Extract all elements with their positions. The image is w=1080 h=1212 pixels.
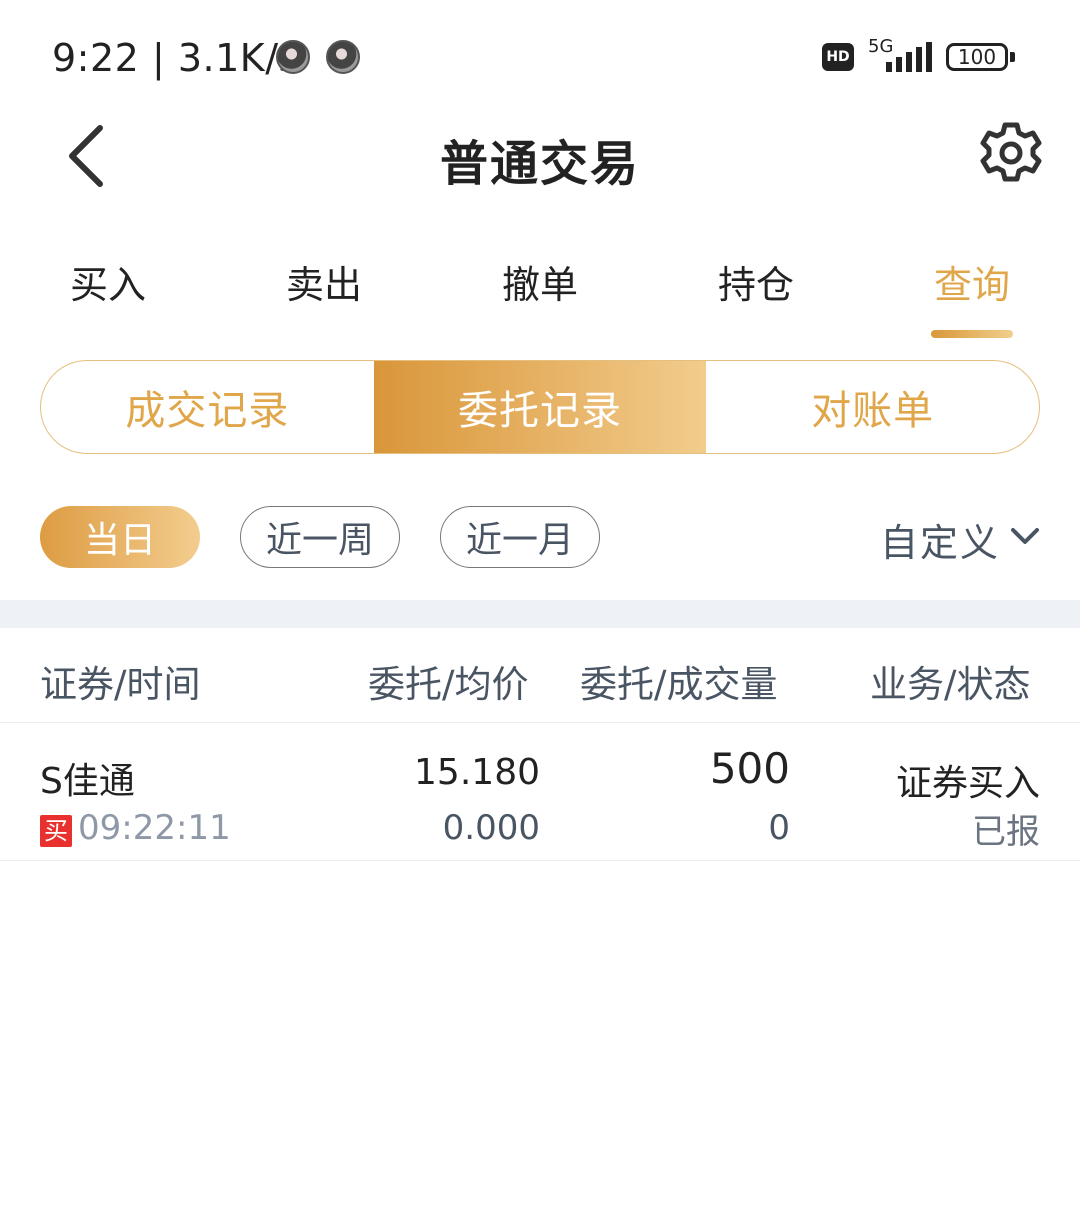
gear-icon[interactable] bbox=[978, 120, 1044, 186]
battery-icon: 100 bbox=[946, 43, 1008, 71]
status-bar: 9:22 | 3.1K/s HD 5G 100 bbox=[0, 0, 1080, 110]
column-header-status: 业务/状态 bbox=[870, 663, 1031, 706]
period-week[interactable]: 近一周 bbox=[240, 506, 400, 568]
notification-avatar-icon bbox=[326, 40, 360, 74]
header-divider bbox=[0, 722, 1080, 723]
order-time: 09:22:11 bbox=[78, 808, 231, 848]
order-quantity: 500 bbox=[709, 744, 790, 793]
security-name: S佳通 bbox=[40, 761, 135, 802]
tab-positions[interactable]: 持仓 bbox=[648, 254, 864, 309]
separator: | bbox=[151, 36, 166, 80]
status-time: 9:22 | 3.1K/s bbox=[52, 36, 299, 80]
period-month[interactable]: 近一月 bbox=[440, 506, 600, 568]
column-header-quantity: 委托/成交量 bbox=[580, 663, 778, 706]
header: 普通交易 bbox=[0, 110, 1080, 200]
tab-cancel[interactable]: 撤单 bbox=[432, 254, 648, 309]
segment-statement[interactable]: 对账单 bbox=[706, 361, 1039, 453]
average-price: 0.000 bbox=[442, 808, 540, 848]
custom-range[interactable]: 自定义 bbox=[880, 512, 1000, 567]
section-divider bbox=[0, 600, 1080, 628]
order-price: 15.180 bbox=[414, 752, 540, 793]
tab-sell[interactable]: 卖出 bbox=[216, 254, 432, 309]
filled-quantity: 0 bbox=[768, 808, 790, 848]
main-tabs: 买入 卖出 撤单 持仓 查询 bbox=[0, 240, 1080, 350]
column-header-security: 证券/时间 bbox=[40, 663, 201, 706]
page-title: 普通交易 bbox=[439, 136, 640, 192]
segment-order-records[interactable]: 委托记录 bbox=[373, 361, 707, 453]
clock: 9:22 bbox=[52, 36, 140, 80]
record-type-segment: 成交记录 委托记录 对账单 bbox=[40, 360, 1040, 454]
hd-icon: HD bbox=[822, 43, 854, 71]
tab-query[interactable]: 查询 bbox=[864, 254, 1080, 309]
column-header-price: 委托/均价 bbox=[368, 663, 529, 706]
tab-indicator bbox=[931, 330, 1013, 338]
signal-icon bbox=[886, 42, 932, 72]
period-today[interactable]: 当日 bbox=[40, 506, 200, 568]
segment-trade-records[interactable]: 成交记录 bbox=[41, 361, 374, 453]
battery-tip bbox=[1010, 52, 1015, 62]
chevron-down-icon[interactable] bbox=[1008, 524, 1042, 550]
order-state: 已报 bbox=[972, 812, 1040, 852]
row-divider bbox=[0, 860, 1080, 861]
buy-side-badge: 买 bbox=[40, 815, 72, 847]
tab-buy[interactable]: 买入 bbox=[0, 254, 216, 309]
notification-avatar-icon bbox=[276, 40, 310, 74]
business-type: 证券买入 bbox=[895, 763, 1040, 804]
